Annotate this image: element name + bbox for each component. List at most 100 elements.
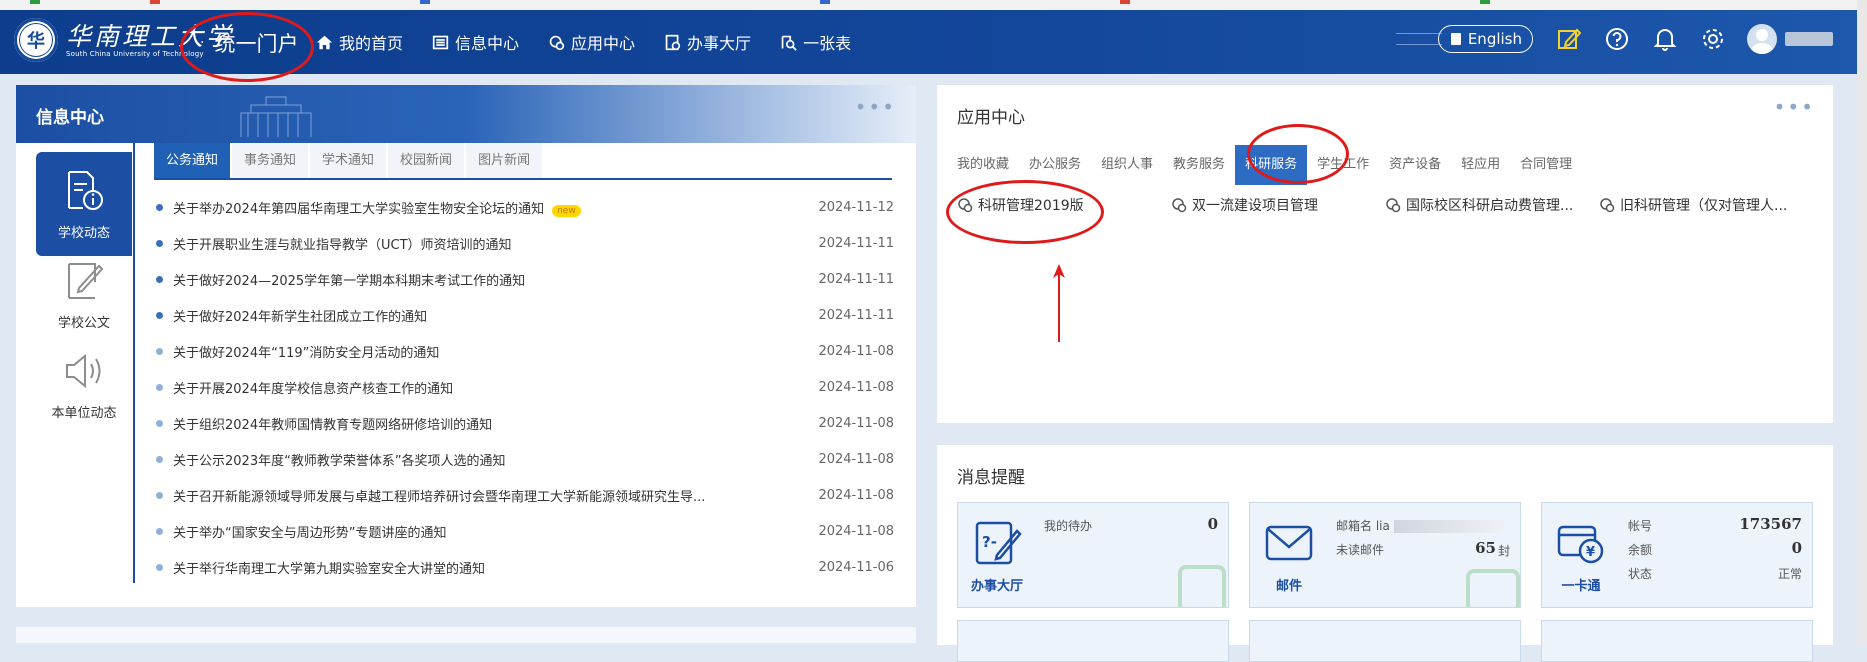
main-nav: 我的首页 信息中心 应用中心 办事大厅 一张表: [316, 30, 880, 54]
category-unit-news[interactable]: 本单位动态: [36, 332, 132, 436]
todo-card[interactable]: ?- 办事大厅 我的待办 0: [957, 502, 1229, 608]
news-row[interactable]: 关于公示2023年度“教师教学荣誉体系”各奖项人选的通知 2024-11-08: [154, 441, 894, 477]
news-row[interactable]: 关于做好2024年新学生社团成立工作的通知 2024-11-11: [154, 297, 894, 333]
tab-personnel[interactable]: 组织人事: [1101, 145, 1153, 185]
tab-academic[interactable]: 学术通知: [310, 143, 387, 178]
tab-affairs[interactable]: 事务通知: [232, 143, 309, 178]
mail-card[interactable]: 邮件 邮箱名 lia 未读邮件 65 封: [1249, 502, 1521, 608]
yuan-card-icon: ¥: [1557, 525, 1604, 563]
unread-count: 65: [1475, 539, 1496, 557]
seal-icon: 华: [14, 18, 58, 62]
browser-bookmark-strip: [0, 0, 1867, 10]
service-hall-tile: ?- 办事大厅: [958, 503, 1036, 607]
card-row2: [1249, 620, 1521, 662]
campus-card[interactable]: ¥ 一卡通 帐号 173567 余额 0 状态 正常: [1541, 502, 1813, 608]
app-list: 科研管理2019版 双一流建设项目管理 国际校区科研启动费管理... 旧科研管理…: [957, 195, 1813, 215]
document-info-icon: [68, 170, 103, 210]
news-row[interactable]: 关于做好2024—2025学年第一学期本科期末考试工作的通知 2024-11-11: [154, 261, 894, 297]
app-intl-campus-funds[interactable]: 国际校区科研启动费管理...: [1385, 195, 1599, 215]
new-badge: new: [552, 204, 581, 217]
app-double-first-class[interactable]: 双一流建设项目管理: [1171, 195, 1385, 215]
more-dots-icon[interactable]: •••: [855, 95, 896, 119]
nav-info-center[interactable]: 信息中心: [432, 30, 519, 54]
card-row2: [1541, 620, 1813, 662]
card-row2: [957, 620, 1229, 662]
home-icon: [316, 35, 333, 49]
nav-one-form[interactable]: 一张表: [780, 30, 851, 54]
tab-academic-affairs[interactable]: 教务服务: [1173, 145, 1225, 185]
news-row[interactable]: 关于召开新能源领域导师发展与卓越工程师培养研讨会暨华南理工大学新能源领域研究生导…: [154, 477, 894, 513]
clipboard-icon: [665, 34, 681, 50]
edit-icon: [1558, 28, 1582, 49]
app-research-2019[interactable]: 科研管理2019版: [957, 195, 1171, 215]
more-dots-icon[interactable]: •••: [1774, 95, 1815, 119]
svg-text:¥: ¥: [1586, 545, 1595, 560]
tab-favorites[interactable]: 我的收藏: [957, 145, 1009, 185]
tab-office[interactable]: 办公服务: [1029, 145, 1081, 185]
tab-assets[interactable]: 资产设备: [1389, 145, 1441, 185]
tab-photo-news[interactable]: 图片新闻: [466, 143, 543, 178]
tab-research[interactable]: 科研服务: [1235, 145, 1308, 185]
decor-lines: [1395, 33, 1442, 45]
info-center-header: 信息中心 •••: [16, 85, 916, 143]
category-school-documents[interactable]: 学校公文: [36, 242, 132, 346]
news-row[interactable]: 关于举办“国家安全与周边形势”专题讲座的通知 2024-11-08: [154, 513, 894, 549]
news-row[interactable]: 关于开展职业生涯与就业指导教学（UCT）师资培训的通知 2024-11-11: [154, 225, 894, 261]
app-gear-icon: [549, 35, 565, 50]
news-list: 关于举办2024年第四届华南理工大学实验室生物安全论坛的通知 new 2024-11…: [154, 189, 894, 585]
nav-home[interactable]: 我的首页: [316, 30, 403, 54]
list-icon: [432, 35, 449, 49]
tab-campus-news[interactable]: 校园新闻: [388, 143, 465, 178]
building-decor-icon: [240, 96, 312, 137]
app-gear-icon: [958, 198, 973, 213]
category-divider: [133, 143, 135, 583]
svg-text:?-: ?-: [982, 533, 997, 551]
card-account: 173567: [1739, 515, 1802, 533]
portal-title-text: 统一门户: [214, 32, 299, 56]
app-gear-icon: [1172, 198, 1187, 213]
scrollbar[interactable]: [1857, 0, 1867, 643]
edit-button[interactable]: [1555, 25, 1583, 53]
app-old-research[interactable]: 旧科研管理（仅对管理人...: [1599, 195, 1813, 215]
gear-icon: [1703, 29, 1723, 49]
info-center-panel: 信息中心 ••• 学校动态 学校公文 本单位动态 公务通知 事务通知 学术通知 …: [16, 85, 916, 607]
document-pen-icon: [68, 262, 104, 299]
nav-service-hall[interactable]: 办事大厅: [664, 30, 751, 54]
speaker-icon: [66, 353, 101, 388]
english-button[interactable]: English: [1437, 25, 1533, 53]
notification-button[interactable]: [1651, 25, 1679, 53]
app-gear-icon: [1600, 198, 1615, 213]
settings-button[interactable]: [1699, 25, 1727, 53]
header-actions: English: [1395, 24, 1833, 54]
next-panel-edge: [16, 627, 916, 643]
app-gear-icon: [1386, 198, 1401, 213]
campus-card-tile: ¥ 一卡通: [1542, 503, 1620, 607]
form-search-icon: [781, 35, 797, 51]
tab-official[interactable]: 公务通知: [154, 143, 231, 178]
card-status: 正常: [1777, 567, 1802, 581]
card-balance: 0: [1791, 539, 1802, 557]
app-category-tabs: 我的收藏 办公服务 组织人事 教务服务 科研服务 学生工作 资产设备 轻应用 合…: [957, 145, 1592, 185]
category-school-news[interactable]: 学校动态: [36, 152, 132, 256]
watermark-doc-icon: [1178, 565, 1226, 607]
help-button[interactable]: [1603, 25, 1631, 53]
news-row[interactable]: 关于组织2024年教师国情教育专题网络研修培训的通知 2024-11-08: [154, 405, 894, 441]
book-icon: [1450, 33, 1461, 45]
news-row[interactable]: 关于做好2024年“119”消防安全月活动的通知 2024-11-08: [154, 333, 894, 369]
message-panel: 消息提醒 ?- 办事大厅 我的待办 0 邮件 邮箱名 lia 未读邮件 65 封…: [937, 445, 1833, 662]
tab-contracts[interactable]: 合同管理: [1520, 145, 1572, 185]
mail-tile: 邮件: [1250, 503, 1328, 607]
todo-question-icon: ?-: [975, 521, 1022, 564]
news-row[interactable]: 关于举行华南理工大学第九期实验室安全大讲堂的通知 2024-11-06: [154, 549, 894, 585]
news-row[interactable]: 关于开展2024年度学校信息资产核查工作的通知 2024-11-08: [154, 369, 894, 405]
nav-app-center[interactable]: 应用中心: [548, 30, 635, 54]
app-center-title: 应用中心: [957, 108, 1025, 128]
tab-student-work[interactable]: 学生工作: [1317, 145, 1369, 185]
avatar[interactable]: [1747, 24, 1777, 54]
portal-title: · 统一门户: [200, 28, 298, 58]
news-row[interactable]: 关于举办2024年第四届华南理工大学实验室生物安全论坛的通知 new 2024-11…: [154, 189, 894, 225]
user-name-blurred: [1785, 32, 1833, 46]
info-center-title: 信息中心: [36, 108, 104, 128]
tab-light-apps[interactable]: 轻应用: [1461, 145, 1500, 185]
app-center-panel: 应用中心 ••• 我的收藏 办公服务 组织人事 教务服务 科研服务 学生工作 资…: [937, 85, 1833, 423]
